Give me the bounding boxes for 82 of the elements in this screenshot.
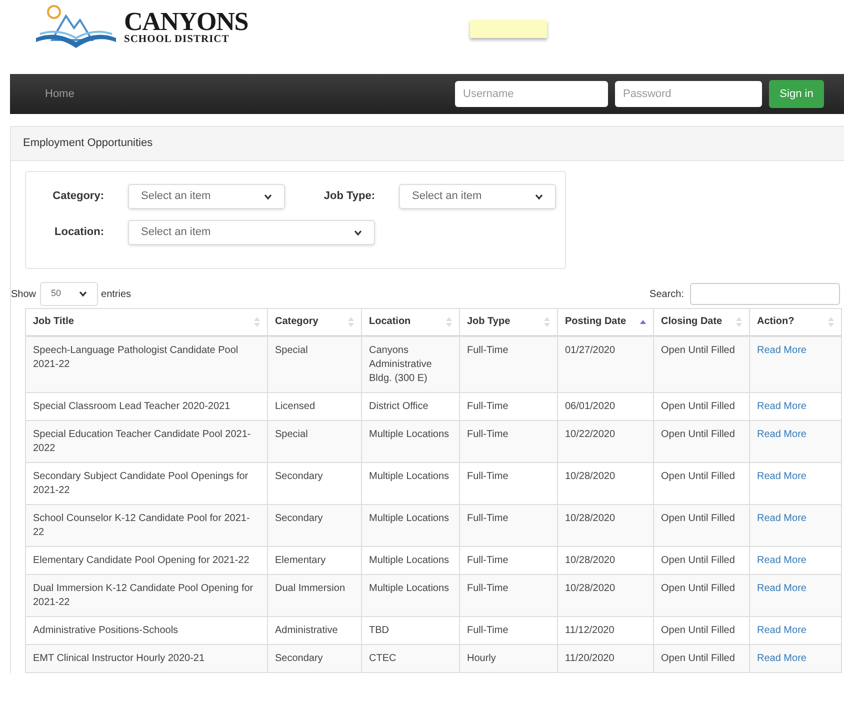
chevron-down-icon (354, 230, 362, 236)
entries-select[interactable]: 50 (40, 282, 98, 306)
table-cell: Open Until Filled (661, 582, 735, 594)
table-cell: Multiple Locations (369, 512, 450, 524)
table-cell: Multiple Locations (369, 554, 450, 566)
table-cell: 10/28/2020 (565, 582, 616, 594)
table-cell: Open Until Filled (661, 554, 735, 566)
table-cell: Canyons Administrative Bldg. (300 E) (369, 344, 432, 384)
table-cell: District Office (369, 400, 428, 412)
table-cell: Open Until Filled (661, 624, 735, 636)
table-cell: Full-Time (467, 428, 508, 440)
table-cell: Open Until Filled (661, 344, 735, 356)
table-cell: Multiple Locations (369, 470, 450, 482)
table-cell: Full-Time (467, 554, 508, 566)
select-dropdown[interactable]: Select an item (128, 220, 375, 245)
nav-link[interactable]: Home (45, 86, 74, 102)
table-cell: CTEC (369, 652, 396, 664)
table-cell: Dual Immersion (275, 582, 346, 594)
table-cell: Open Until Filled (661, 512, 735, 524)
read-more-link[interactable]: Read More (757, 428, 806, 440)
table-cell: 10/28/2020 (565, 512, 616, 524)
table-cell: Full-Time (467, 582, 508, 594)
table-cell: Full-Time (467, 512, 508, 524)
table-cell: Administrative (275, 624, 338, 636)
table-cell: EMT Clinical Instructor Hourly 2020-21 (33, 652, 205, 664)
table-cell: 11/20/2020 (565, 652, 614, 664)
username-field[interactable]: Username (455, 81, 608, 107)
table-cell: Special (275, 344, 308, 356)
logo-subtitle: SCHOOL DISTRICT (124, 34, 230, 46)
table-cell: Secondary Subject Candidate Pool Openings for 2021-22 (33, 470, 248, 496)
table-cell: Administrative Positions-Schools (33, 624, 178, 636)
table-cell: Secondary (275, 652, 323, 664)
table-cell: School Counselor K-12 Candidate Pool for 2021-22 (33, 512, 250, 538)
table-cell: Open Until Filled (661, 400, 735, 412)
table-cell: Elementary (275, 554, 326, 566)
table-cell: Full-Time (467, 624, 508, 636)
search-label: Search: (650, 288, 684, 302)
table-cell: Special (275, 428, 308, 440)
chevron-down-icon (264, 194, 272, 200)
table-cell: Multiple Locations (369, 582, 450, 594)
panel-title: Employment Opportunities (23, 136, 153, 152)
read-more-link[interactable]: Read More (757, 344, 806, 356)
table-cell: Dual Immersion K-12 Candidate Pool Opening for 2021-22 (33, 582, 254, 608)
table-cell: Secondary (275, 512, 323, 524)
table-cell: Open Until Filled (661, 428, 735, 440)
logo-icon (34, 4, 118, 50)
logo-title: CANYONS (124, 8, 248, 35)
table-cell: 01/27/2020 (565, 344, 616, 356)
table-cell: Licensed (275, 400, 316, 412)
chevron-down-icon (79, 291, 88, 297)
read-more-link[interactable]: Read More (757, 582, 806, 594)
search-field[interactable] (690, 283, 840, 305)
table-cell: Special Classroom Lead Teacher 2020-2021 (33, 400, 230, 412)
table-cell: Multiple Locations (369, 428, 450, 440)
filter-label: Location: (54, 225, 105, 240)
select-dropdown[interactable]: Select an item (399, 184, 556, 209)
show-label: Show (11, 288, 36, 302)
table-cell: Hourly (467, 652, 496, 664)
table-cell: Full-Time (467, 400, 508, 412)
sign-in-button[interactable]: Sign in (769, 80, 824, 108)
password-field[interactable]: Password (615, 81, 762, 107)
table-cell: Full-Time (467, 470, 508, 482)
chevron-down-icon (535, 194, 543, 200)
table-cell: 11/12/2020 (565, 624, 614, 636)
table-cell: 10/22/2020 (565, 428, 616, 440)
select-dropdown[interactable]: Select an item (128, 184, 285, 209)
filter-label: Category: (52, 189, 105, 204)
read-more-link[interactable]: Read More (757, 512, 806, 524)
table-cell: Speech-Language Pathologist Candidate Pool 2021-22 (33, 344, 238, 370)
table-cell: 10/28/2020 (565, 554, 616, 566)
table-cell: Open Until Filled (661, 652, 735, 664)
table-cell: Special Education Teacher Candidate Pool 2021-2022 (33, 428, 251, 454)
table-cell: Open Until Filled (661, 470, 735, 482)
entries-label: entries (101, 288, 132, 302)
table-cell: TBD (369, 624, 389, 636)
table-cell: 10/28/2020 (565, 470, 616, 482)
table-cell: 06/01/2020 (565, 400, 616, 412)
table-cell: Elementary Candidate Pool Opening for 2021-22 (33, 554, 250, 566)
read-more-link[interactable]: Read More (757, 470, 806, 482)
table-cell: Secondary (275, 470, 323, 482)
filter-label: Job Type: (322, 189, 376, 204)
table-cell: Full-Time (467, 344, 508, 356)
